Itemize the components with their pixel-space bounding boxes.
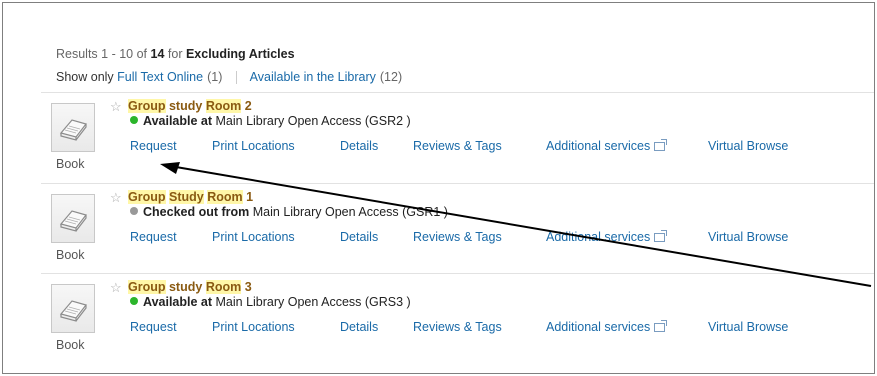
book-thumbnail[interactable] xyxy=(51,194,95,243)
results-for: for xyxy=(167,47,183,61)
additional-services-link[interactable]: Additional services xyxy=(546,320,668,334)
request-link[interactable]: Request xyxy=(130,139,177,153)
filter-full-text-count: (1) xyxy=(207,70,223,84)
additional-services-label: Additional services xyxy=(546,230,651,244)
status-dot-icon xyxy=(130,207,138,215)
external-link-icon xyxy=(654,320,668,332)
additional-services-label: Additional services xyxy=(546,139,651,153)
title-word: Room xyxy=(207,190,243,204)
details-link[interactable]: Details xyxy=(340,230,378,244)
book-icon xyxy=(59,119,88,141)
virtual-browse-link[interactable]: Virtual Browse xyxy=(708,320,788,334)
print-locations-link[interactable]: Print Locations xyxy=(212,320,295,334)
title-word: 2 xyxy=(244,99,252,113)
results-total: 14 xyxy=(150,47,165,61)
results-query: Excluding Articles xyxy=(185,47,295,61)
book-icon xyxy=(59,300,88,322)
print-locations-link[interactable]: Print Locations xyxy=(212,230,295,244)
reviews-tags-link[interactable]: Reviews & Tags xyxy=(413,139,502,153)
star-outline-icon[interactable]: ☆ xyxy=(110,280,122,296)
title-word: Study xyxy=(168,190,204,204)
availability-status: Available at Main Library Open Access (G… xyxy=(130,295,411,309)
result-divider xyxy=(41,273,874,274)
details-link[interactable]: Details xyxy=(340,320,378,334)
status-dot-icon xyxy=(130,297,138,305)
title-word: study xyxy=(168,99,203,113)
result-item: Book ☆ Group study Room 2 Available at M… xyxy=(41,95,874,183)
external-link-icon xyxy=(654,230,668,242)
result-divider xyxy=(41,183,874,184)
result-divider xyxy=(41,92,874,93)
virtual-browse-link[interactable]: Virtual Browse xyxy=(708,139,788,153)
availability-label: Available at xyxy=(143,114,213,128)
filter-in-library-count: (12) xyxy=(379,70,403,84)
availability-location[interactable]: Main Library Open Access (GRS3 ) xyxy=(216,295,411,309)
status-dot-icon xyxy=(130,116,138,124)
results-range: Results 1 - 10 of xyxy=(56,47,148,61)
filter-divider xyxy=(235,71,237,85)
book-thumbnail[interactable] xyxy=(51,103,95,152)
title-word: Group xyxy=(128,99,166,113)
availability-location[interactable]: Main Library Open Access (GSR2 ) xyxy=(216,114,411,128)
title-word: Room xyxy=(205,280,242,294)
title-word: 3 xyxy=(244,280,252,294)
additional-services-link[interactable]: Additional services xyxy=(546,139,668,153)
filter-available-in-library[interactable]: Available in the Library xyxy=(250,70,376,84)
result-title[interactable]: Group study Room 2 xyxy=(128,99,252,113)
results-summary: Results 1 - 10 of 14 for Excluding Artic… xyxy=(56,47,295,61)
results-panel: Results 1 - 10 of 14 for Excluding Artic… xyxy=(2,2,875,374)
reviews-tags-link[interactable]: Reviews & Tags xyxy=(413,230,502,244)
availability-label: Checked out from xyxy=(143,205,250,219)
request-link[interactable]: Request xyxy=(130,320,177,334)
additional-services-label: Additional services xyxy=(546,320,651,334)
book-icon xyxy=(59,210,88,232)
availability-status: Checked out from Main Library Open Acces… xyxy=(130,205,448,219)
title-word: Room xyxy=(205,99,242,113)
result-item: Book ☆ Group Study Room 1 Checked out fr… xyxy=(41,186,874,274)
virtual-browse-link[interactable]: Virtual Browse xyxy=(708,230,788,244)
show-only-filters: Show only Full Text Online (1) Available … xyxy=(56,70,403,85)
external-link-icon xyxy=(654,139,668,151)
resource-type: Book xyxy=(56,338,85,352)
availability-status: Available at Main Library Open Access (G… xyxy=(130,114,411,128)
title-word: 1 xyxy=(246,190,254,204)
availability-location[interactable]: Main Library Open Access (GSR1 ) xyxy=(253,205,448,219)
resource-type: Book xyxy=(56,248,85,262)
result-title[interactable]: Group study Room 3 xyxy=(128,280,252,294)
details-link[interactable]: Details xyxy=(340,139,378,153)
title-word: study xyxy=(168,280,203,294)
additional-services-link[interactable]: Additional services xyxy=(546,230,668,244)
book-thumbnail[interactable] xyxy=(51,284,95,333)
star-outline-icon[interactable]: ☆ xyxy=(110,190,122,206)
title-word: Group xyxy=(128,190,166,204)
availability-label: Available at xyxy=(143,295,213,309)
title-word: Group xyxy=(128,280,166,294)
request-link[interactable]: Request xyxy=(130,230,177,244)
filter-full-text-online[interactable]: Full Text Online xyxy=(117,70,203,84)
star-outline-icon[interactable]: ☆ xyxy=(110,99,122,115)
reviews-tags-link[interactable]: Reviews & Tags xyxy=(413,320,502,334)
result-item: Book ☆ Group study Room 3 Available at M… xyxy=(41,276,874,364)
result-title[interactable]: Group Study Room 1 xyxy=(128,190,253,204)
show-only-label: Show only xyxy=(56,70,114,84)
resource-type: Book xyxy=(56,157,85,171)
print-locations-link[interactable]: Print Locations xyxy=(212,139,295,153)
